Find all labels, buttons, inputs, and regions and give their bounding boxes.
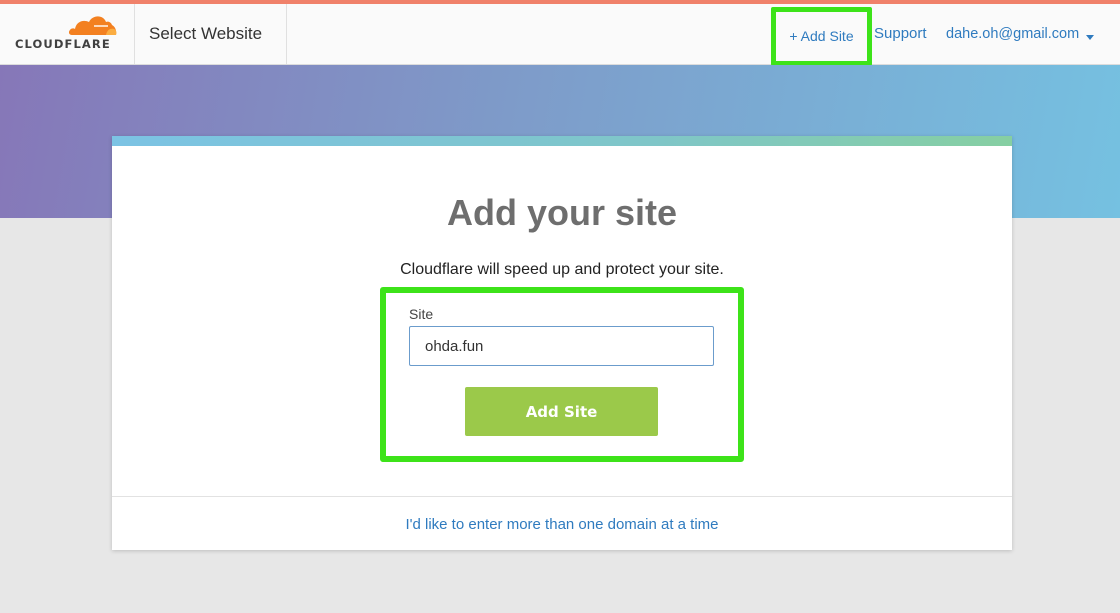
add-site-card: Add your site Cloudflare will speed up a… xyxy=(112,136,1012,550)
cloudflare-logo[interactable]: CLOUDFLARE xyxy=(0,4,135,64)
user-account-menu[interactable]: dahe.oh@gmail.com xyxy=(946,4,1079,64)
brand-wordmark: CLOUDFLARE xyxy=(15,37,111,51)
add-site-nav-link[interactable]: + Add Site xyxy=(771,7,872,66)
multi-domain-link[interactable]: I'd like to enter more than one domain a… xyxy=(112,516,1012,533)
page-title: Select Website xyxy=(135,4,287,64)
card-divider xyxy=(112,496,1012,497)
top-navbar: CLOUDFLARE Select Website + Add Site Sup… xyxy=(0,4,1120,66)
site-input[interactable] xyxy=(409,326,714,366)
cloud-icon xyxy=(68,16,117,35)
caret-down-icon[interactable] xyxy=(1086,35,1094,40)
card-accent-stripe xyxy=(112,136,1012,146)
add-site-form: Site Add Site xyxy=(380,287,744,462)
site-field-label: Site xyxy=(409,306,434,322)
support-link[interactable]: Support xyxy=(874,4,927,64)
card-subtitle: Cloudflare will speed up and protect you… xyxy=(400,261,724,278)
add-site-button[interactable]: Add Site xyxy=(465,387,658,436)
card-title: Add your site xyxy=(446,192,678,233)
